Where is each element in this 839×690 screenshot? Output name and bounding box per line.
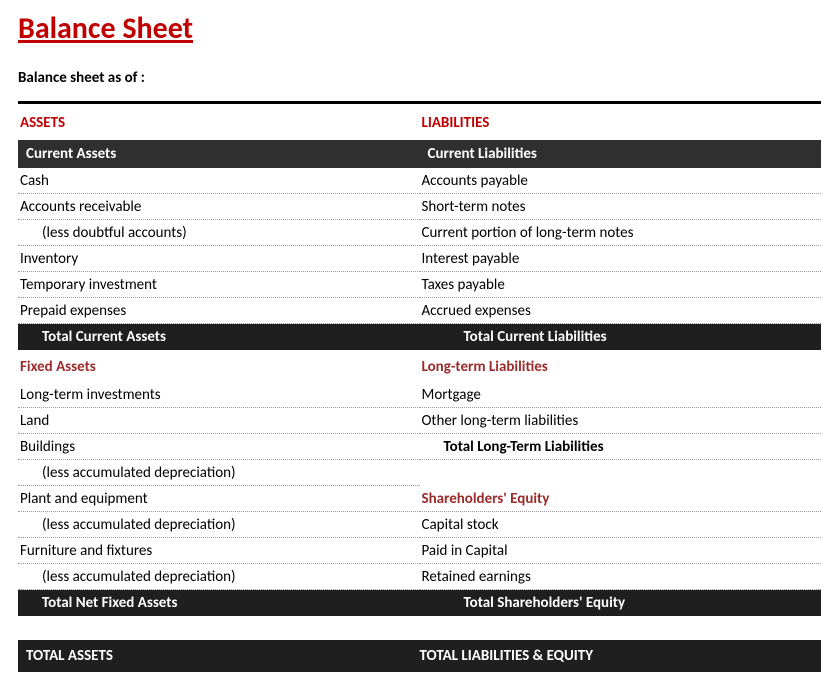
as-of-label: Balance sheet as of : xyxy=(18,69,821,87)
liab-taxes-payable: Taxes payable xyxy=(420,272,822,298)
total-liabilities-equity: TOTAL LIABILITIES & EQUITY xyxy=(420,647,814,665)
fixed-row-0: Long-term investments Mortgage xyxy=(18,382,821,408)
total-assets: TOTAL ASSETS xyxy=(26,647,420,665)
equity-retained-earnings: Retained earnings xyxy=(420,564,822,590)
asset-less-doubtful: (less doubtful accounts) xyxy=(18,220,420,246)
second-heading-row: Fixed Assets Long-term Liabilities xyxy=(18,350,821,382)
current-row-5: Prepaid expenses Accrued expenses xyxy=(18,298,821,324)
fixed-row-1: Land Other long-term liabilities xyxy=(18,408,821,434)
asset-prepaid: Prepaid expenses xyxy=(18,298,420,324)
liab-accrued: Accrued expenses xyxy=(420,298,822,324)
asset-furniture: Furniture and fixtures xyxy=(18,538,420,564)
current-row-3: Inventory Interest payable xyxy=(18,246,821,272)
liab-accounts-payable: Accounts payable xyxy=(420,168,822,194)
asset-plant-depr: (less accumulated depreciation) xyxy=(18,512,420,538)
fixed-subtotal-row: Total Net Fixed Assets Total Shareholder… xyxy=(18,590,821,616)
asset-inventory: Inventory xyxy=(18,246,420,272)
current-subtotal-row: Total Current Assets Total Current Liabi… xyxy=(18,324,821,350)
liab-current-portion-lt: Current portion of long-term notes xyxy=(420,220,822,246)
fixed-row-2: Buildings Total Long-Term Liabilities xyxy=(18,434,821,460)
shareholders-equity-heading: Shareholders' Equity xyxy=(420,486,822,512)
liabilities-heading: LIABILITIES xyxy=(420,110,822,140)
longterm-liab-heading: Long-term Liabilities xyxy=(420,350,822,382)
asset-cash: Cash xyxy=(18,168,420,194)
equity-paid-in-capital: Paid in Capital xyxy=(420,538,822,564)
current-band: Current Assets Current Liabilities xyxy=(18,140,821,168)
liab-other-lt: Other long-term liabilities xyxy=(420,408,822,434)
total-lt-liabilities: Total Long-Term Liabilities xyxy=(420,434,822,460)
blank-right-0 xyxy=(420,460,822,486)
equity-capital-stock: Capital stock xyxy=(420,512,822,538)
current-row-1: Accounts receivable Short-term notes xyxy=(18,194,821,220)
asset-plant-equipment: Plant and equipment xyxy=(18,486,420,512)
fixed-row-5: (less accumulated depreciation) Capital … xyxy=(18,512,821,538)
asset-land: Land xyxy=(18,408,420,434)
current-assets-band: Current Assets xyxy=(18,140,420,168)
current-row-0: Cash Accounts payable xyxy=(18,168,821,194)
fixed-row-3: (less accumulated depreciation) xyxy=(18,460,821,486)
fixed-row-6: Furniture and fixtures Paid in Capital xyxy=(18,538,821,564)
asset-temp-investment: Temporary investment xyxy=(18,272,420,298)
fixed-assets-heading: Fixed Assets xyxy=(18,350,420,382)
page-title: Balance Sheet xyxy=(18,10,821,47)
asset-buildings: Buildings xyxy=(18,434,420,460)
asset-buildings-depr: (less accumulated depreciation) xyxy=(18,460,420,486)
liab-interest-payable: Interest payable xyxy=(420,246,822,272)
fixed-row-7: (less accumulated depreciation) Retained… xyxy=(18,564,821,590)
fixed-row-4: Plant and equipment Shareholders' Equity xyxy=(18,486,821,512)
current-row-2: (less doubtful accounts) Current portion… xyxy=(18,220,821,246)
liab-short-term-notes: Short-term notes xyxy=(420,194,822,220)
total-shareholders-equity: Total Shareholders' Equity xyxy=(420,590,822,616)
heading-row: ASSETS LIABILITIES xyxy=(18,110,821,140)
liab-mortgage: Mortgage xyxy=(420,382,822,408)
totals-row: TOTAL ASSETS TOTAL LIABILITIES & EQUITY xyxy=(18,640,821,672)
asset-furniture-depr: (less accumulated depreciation) xyxy=(18,564,420,590)
total-current-liabilities: Total Current Liabilities xyxy=(420,324,822,350)
asset-accounts-receivable: Accounts receivable xyxy=(18,194,420,220)
assets-heading: ASSETS xyxy=(18,110,420,140)
total-current-assets: Total Current Assets xyxy=(18,324,420,350)
asset-lt-investments: Long-term investments xyxy=(18,382,420,408)
current-liabilities-band: Current Liabilities xyxy=(420,140,822,168)
total-net-fixed-assets: Total Net Fixed Assets xyxy=(18,590,420,616)
top-rule xyxy=(18,101,821,104)
current-row-4: Temporary investment Taxes payable xyxy=(18,272,821,298)
